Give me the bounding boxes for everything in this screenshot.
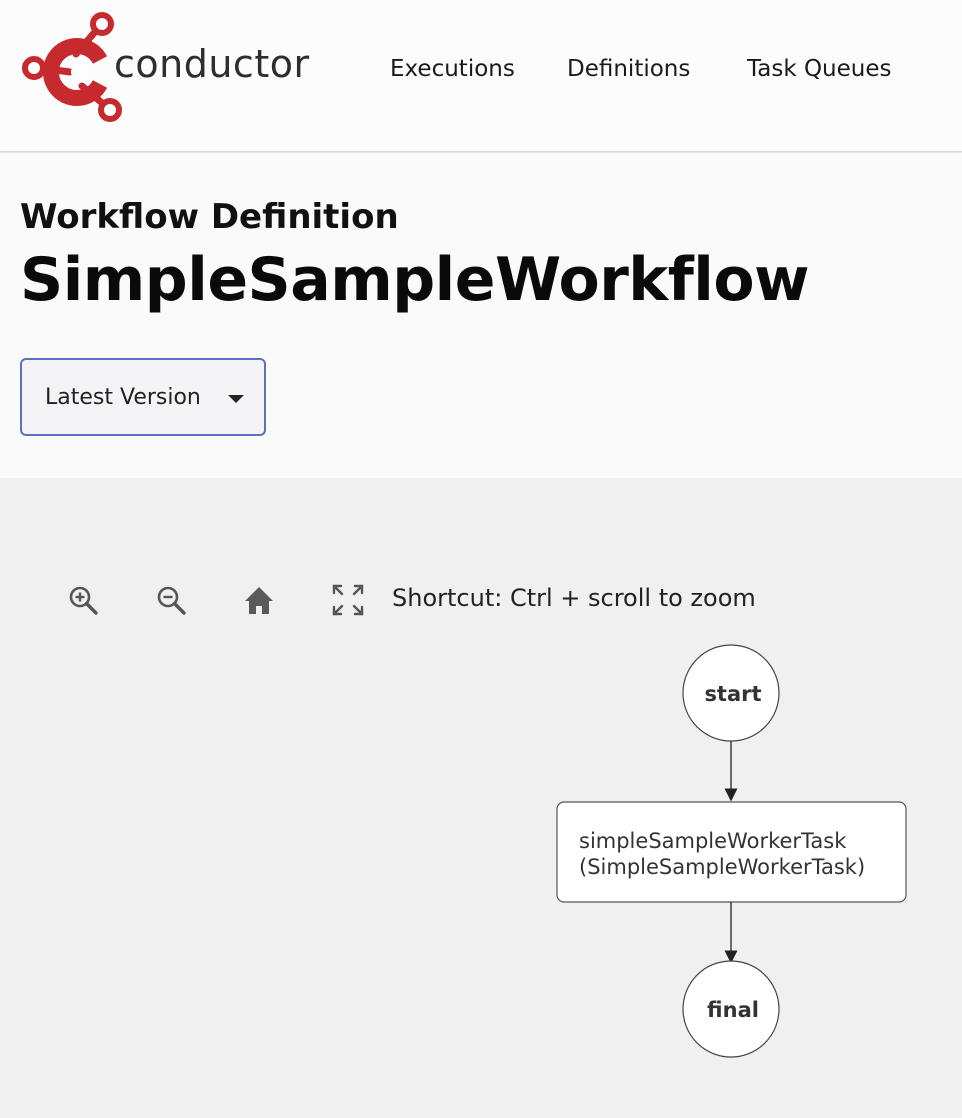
final-node-label: final	[707, 998, 759, 1022]
page-header: Workflow Definition SimpleSampleWorkflow…	[0, 153, 962, 478]
nav-task-queues[interactable]: Task Queues	[747, 56, 892, 82]
nav-executions[interactable]: Executions	[390, 56, 515, 82]
start-node-label: start	[704, 682, 761, 706]
version-select[interactable]: Latest Version	[20, 358, 266, 436]
final-node[interactable]: final	[682, 960, 780, 1058]
page-title: SimpleSampleWorkflow	[20, 245, 810, 315]
logo-text: conductor	[114, 42, 310, 86]
task-node[interactable]: simpleSampleWorkerTask (SimpleSampleWork…	[556, 801, 907, 903]
task-node-name: simpleSampleWorkerTask	[579, 829, 847, 853]
page-subtitle: Workflow Definition	[20, 197, 399, 237]
workflow-graph: start simpleSampleWorkerTask (SimpleSamp…	[556, 644, 907, 1058]
version-select-value: Latest Version	[45, 385, 201, 410]
top-navigation-bar: conductor Executions Definitions Task Qu…	[0, 0, 962, 152]
task-node-reference: (SimpleSampleWorkerTask)	[579, 855, 865, 879]
conductor-logo[interactable]: conductor	[20, 12, 310, 128]
start-node[interactable]: start	[682, 644, 780, 742]
nav-definitions[interactable]: Definitions	[567, 56, 690, 82]
workflow-graph-canvas[interactable]: Shortcut: Ctrl + scroll to zoom start si…	[0, 478, 962, 1118]
dropdown-arrow-icon	[228, 395, 244, 403]
